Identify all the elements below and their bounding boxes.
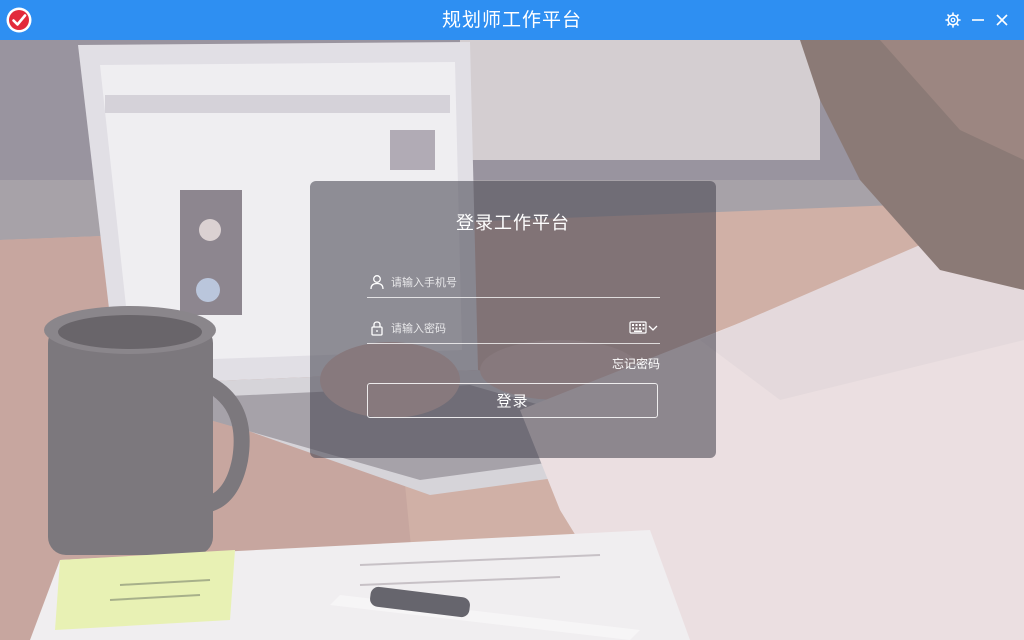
login-button[interactable]: 登录 [367, 383, 658, 418]
password-input[interactable] [391, 317, 621, 339]
app-window: 规划师工作平台 登录工作平台 请输入手机号 忘记密码 登录 [0, 0, 1024, 640]
forgot-password-link[interactable]: 忘记密码 [560, 355, 660, 372]
settings-gear-icon[interactable] [943, 10, 963, 30]
password-field [367, 313, 660, 344]
close-icon[interactable] [992, 10, 1012, 30]
user-icon [369, 274, 385, 290]
phone-field [367, 267, 660, 298]
lock-icon [369, 320, 385, 336]
login-panel: 登录工作平台 请输入手机号 忘记密码 登录 [310, 181, 716, 458]
window-title: 规划师工作平台 [441, 9, 582, 31]
phone-input[interactable] [391, 271, 621, 293]
minimize-icon[interactable] [968, 10, 988, 30]
title-bar: 规划师工作平台 [0, 0, 1024, 40]
keyboard-icon[interactable] [629, 320, 659, 336]
login-title: 登录工作平台 [456, 213, 570, 234]
